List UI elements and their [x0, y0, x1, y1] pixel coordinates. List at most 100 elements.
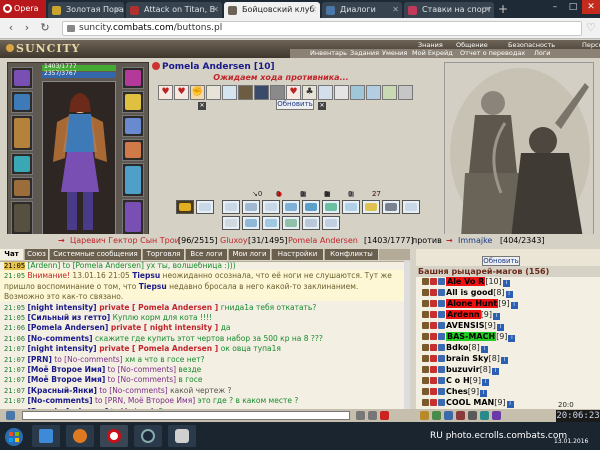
effect-fist-icon[interactable]: ✊: [190, 85, 205, 100]
clan-member[interactable]: All is good[8] i: [422, 288, 513, 299]
member-info-icon[interactable]: i: [496, 324, 504, 331]
message-time[interactable]: 21:07: [4, 397, 25, 405]
opponent-name[interactable]: Pomela Andersen [10]: [152, 62, 275, 72]
tab-close-icon[interactable]: ✕: [484, 2, 491, 18]
message-part[interactable]: [night intensity]: [27, 303, 96, 312]
message-time[interactable]: 21:06: [4, 324, 25, 332]
maximize-window-button[interactable]: □: [564, 0, 582, 14]
message-time[interactable]: 21:07: [4, 345, 25, 353]
equip-slot-belt[interactable]: [11, 177, 33, 199]
browser-tab[interactable]: Ставки на спорт ✕: [404, 2, 494, 18]
reload-button[interactable]: ↻: [38, 21, 52, 35]
message-part[interactable]: to [No-comments]: [52, 355, 125, 364]
menu-personal[interactable]: Персо: [582, 41, 600, 49]
menu-knowledge[interactable]: Знания: [418, 41, 443, 49]
skill-slot[interactable]: [282, 200, 300, 214]
member-info-icon[interactable]: i: [500, 357, 508, 364]
taskbar-explorer-button[interactable]: [32, 425, 60, 447]
skill-slot[interactable]: [262, 216, 280, 230]
chat-scrollbar[interactable]: [404, 261, 410, 409]
skill-slot[interactable]: [282, 216, 300, 230]
browser-tab-active[interactable]: Бойцовский клуб ✕: [224, 2, 320, 18]
chat-message[interactable]: 21:07 [Моё Вторoe Имя] to [No-comments] …: [4, 375, 404, 385]
skill-slot[interactable]: [322, 200, 340, 214]
member-info-icon[interactable]: i: [492, 368, 500, 375]
effect-buff-icon[interactable]: [398, 85, 413, 100]
effect-heart-icon[interactable]: ♥: [286, 85, 301, 100]
help-icon[interactable]: [492, 411, 501, 420]
fighter-name[interactable]: Царевич Гектор Сын Трои: [70, 236, 180, 245]
tab-union[interactable]: Союз: [25, 249, 49, 260]
skill-slot[interactable]: [322, 216, 340, 230]
message-time[interactable]: 21:07: [4, 366, 25, 374]
member-name[interactable]: C o H: [446, 376, 470, 385]
message-part[interactable]: private [ night intensity ]: [108, 323, 220, 332]
clan-refresh-button[interactable]: Обновить: [482, 256, 520, 266]
effect-heart-icon[interactable]: ♥: [158, 85, 173, 100]
menu-logs[interactable]: Логи: [534, 49, 551, 57]
message-time[interactable]: 21:07: [4, 356, 25, 364]
chat-message[interactable]: 21:07 [No-comments] to [PRN, Моё Вторoe …: [4, 396, 404, 406]
member-info-icon[interactable]: i: [510, 302, 518, 309]
skill-slot[interactable]: [196, 200, 214, 214]
fighter-name[interactable]: Immajke: [458, 236, 492, 245]
message-time[interactable]: 21:05: [4, 314, 25, 322]
equip-slot-shield[interactable]: [122, 163, 144, 197]
member-info-icon[interactable]: i: [480, 390, 488, 397]
url-input[interactable]: suncity.combats.com/buttons.pl: [62, 21, 582, 36]
member-name[interactable]: Bdko: [446, 343, 468, 352]
tab-conflicts[interactable]: Конфликты: [325, 249, 379, 260]
close-window-button[interactable]: ✕: [582, 0, 600, 14]
equip-slot-amulet[interactable]: [122, 139, 144, 161]
smiley-icon[interactable]: [6, 411, 15, 420]
remove-effect-icon[interactable]: ✕: [318, 102, 326, 110]
member-info-icon[interactable]: i: [481, 379, 489, 386]
chat-message[interactable]: 21:07 [Красный-Янки] to [No-comments] ка…: [4, 386, 404, 396]
taskbar-media-button[interactable]: [66, 425, 94, 447]
message-part[interactable]: [No-comments]: [27, 396, 92, 405]
tab-settings[interactable]: Настройки: [272, 249, 324, 260]
tab-all-logs[interactable]: Все логи: [186, 249, 228, 260]
money-icon[interactable]: [420, 411, 429, 420]
tab-my-logs[interactable]: Мои логи: [229, 249, 271, 260]
message-time[interactable]: 21:07: [4, 376, 25, 384]
menu-quests[interactable]: Задания: [350, 49, 379, 57]
clan-member[interactable]: Bdko[8] i: [422, 343, 488, 354]
message-part[interactable]: [Pomela Andersen]: [27, 323, 108, 332]
menu-my-raid[interactable]: Мой Екрейд: [412, 49, 453, 57]
tab-close-icon[interactable]: ✕: [310, 2, 317, 18]
bookmark-heart-icon[interactable]: ♡: [584, 21, 598, 35]
menu-transfer-report[interactable]: Отчет о переводах: [460, 49, 525, 57]
member-name[interactable]: BAS-MACH: [446, 332, 497, 341]
opera-menu-button[interactable]: Opera: [0, 0, 46, 18]
tab-close-icon[interactable]: ✕: [114, 2, 121, 18]
chat-message[interactable]: 21:06 [Pomela Andersen] private [ night …: [4, 323, 404, 333]
effect-buff-icon[interactable]: [382, 85, 397, 100]
member-info-icon[interactable]: i: [508, 335, 516, 342]
chat-message[interactable]: пришло воспоминание о том, что Tiepsu не…: [4, 282, 404, 292]
message-part[interactable]: [night intensity]: [27, 344, 96, 353]
message-part[interactable]: private [ Pomela Andersen ]: [97, 303, 221, 312]
message-time[interactable]: 21:06: [4, 335, 25, 343]
browser-tab[interactable]: Диалоги ✕: [322, 2, 402, 18]
member-info-icon[interactable]: i: [502, 280, 510, 287]
message-time[interactable]: 21:05: [4, 272, 25, 280]
clan-member[interactable]: COOL MAN[9] i: [422, 398, 514, 409]
skill-slot[interactable]: [382, 200, 400, 214]
effect-heart-icon[interactable]: ♥: [174, 85, 189, 100]
clan-member[interactable]: Ardenn[9] i: [422, 310, 501, 321]
equip-slot-gloves[interactable]: [122, 67, 144, 89]
member-name[interactable]: AVENSIS: [446, 321, 485, 330]
chat-message-input[interactable]: [22, 411, 350, 420]
clan-member[interactable]: brain Sky[8] i: [422, 354, 508, 365]
chat-message[interactable]: 21:07 [Моё Вторoe Имя] to [No-comments] …: [4, 365, 404, 375]
chat-message[interactable]: 21:05 [Сильный из гетто] Куплю корм для …: [4, 313, 404, 323]
chat-message[interactable]: 21:05 [Ardenn] to [Pomela Andersen] ух т…: [4, 262, 404, 271]
chat-message[interactable]: 21:05 [night intensity] private [ Pomela…: [4, 303, 404, 313]
message-part[interactable]: to [PRN, Моё Вторoe Имя]: [93, 396, 198, 405]
equip-slot-weapon[interactable]: [11, 115, 33, 151]
equip-slot-helmet[interactable]: [11, 67, 33, 89]
effect-curse-icon[interactable]: [238, 85, 253, 100]
member-info-icon[interactable]: i: [506, 401, 514, 408]
skill-slot[interactable]: [302, 200, 320, 214]
